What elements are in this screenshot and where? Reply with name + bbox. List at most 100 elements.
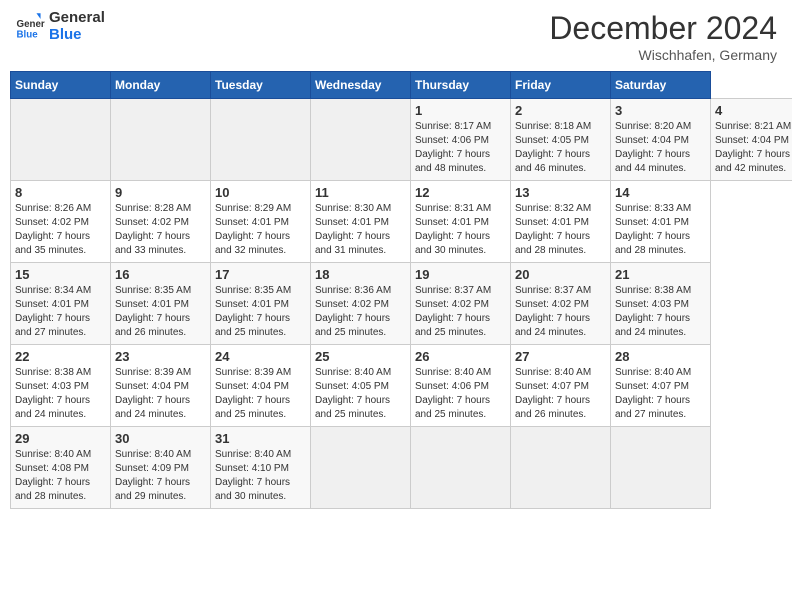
calendar-cell: 10Sunrise: 8:29 AMSunset: 4:01 PMDayligh…	[211, 181, 311, 263]
calendar-cell: 24 Sunrise: 8:39 AMSunset: 4:04 PMDayligh…	[211, 345, 311, 427]
location: Wischhafen, Germany	[549, 47, 777, 63]
calendar-cell: 12 Sunrise: 8:31 AMSunset: 4:01 PMDayligh…	[411, 181, 511, 263]
calendar-cell: 19 Sunrise: 8:37 AMSunset: 4:02 PMDayligh…	[411, 263, 511, 345]
svg-text:Blue: Blue	[17, 29, 39, 40]
calendar-week-1: 1 Sunrise: 8:17 AMSunset: 4:06 PMDaylight…	[11, 99, 792, 181]
header-monday: Monday	[111, 72, 211, 99]
calendar-cell: 31 Sunrise: 8:40 AMSunset: 4:10 PMDayligh…	[211, 427, 311, 509]
day-info: Sunrise: 8:28 AMSunset: 4:02 PMDaylight:…	[115, 202, 206, 258]
day-number: 2	[515, 103, 606, 118]
calendar-cell: 21 Sunrise: 8:38 AMSunset: 4:03 PMDayligh…	[611, 263, 711, 345]
day-info: Sunrise: 8:39 AMSunset: 4:04 PMDaylight:…	[115, 366, 206, 422]
calendar-cell: 17 Sunrise: 8:35 AMSunset: 4:01 PMDayligh…	[211, 263, 311, 345]
calendar-week-5: 29 Sunrise: 8:40 AMSunset: 4:08 PMDayligh…	[11, 427, 792, 509]
day-number: 21	[615, 267, 706, 282]
day-info: Sunrise: 8:40 AMSunset: 4:07 PMDaylight:…	[615, 366, 706, 422]
header-tuesday: Tuesday	[211, 72, 311, 99]
day-info: Sunrise: 8:21 AMSunset: 4:04 PMDaylight:…	[715, 120, 792, 176]
day-number: 19	[415, 267, 506, 282]
day-number: 9	[115, 185, 206, 200]
day-info: Sunrise: 8:36 AMSunset: 4:02 PMDaylight:…	[315, 284, 406, 340]
day-info: Sunrise: 8:37 AMSunset: 4:02 PMDaylight:…	[515, 284, 606, 340]
calendar-cell	[211, 99, 311, 181]
day-info: Sunrise: 8:40 AMSunset: 4:09 PMDaylight:…	[115, 448, 206, 504]
day-number: 22	[15, 349, 106, 364]
logo: General Blue General Blue	[15, 10, 105, 43]
day-number: 20	[515, 267, 606, 282]
calendar-cell	[511, 427, 611, 509]
calendar-cell: 27 Sunrise: 8:40 AMSunset: 4:07 PMDayligh…	[511, 345, 611, 427]
day-info: Sunrise: 8:40 AMSunset: 4:05 PMDaylight:…	[315, 366, 406, 422]
calendar-cell: 29 Sunrise: 8:40 AMSunset: 4:08 PMDayligh…	[11, 427, 111, 509]
day-number: 16	[115, 267, 206, 282]
day-number: 31	[215, 431, 306, 446]
calendar-week-4: 22 Sunrise: 8:38 AMSunset: 4:03 PMDayligh…	[11, 345, 792, 427]
day-info: Sunrise: 8:35 AMSunset: 4:01 PMDaylight:…	[115, 284, 206, 340]
calendar-cell: 22 Sunrise: 8:38 AMSunset: 4:03 PMDayligh…	[11, 345, 111, 427]
day-number: 11	[315, 185, 406, 200]
svg-text:General: General	[17, 19, 46, 30]
calendar-cell	[11, 99, 111, 181]
calendar-cell: 3Sunrise: 8:20 AMSunset: 4:04 PMDaylight…	[611, 99, 711, 181]
day-number: 24	[215, 349, 306, 364]
day-info: Sunrise: 8:34 AMSunset: 4:01 PMDaylight:…	[15, 284, 106, 340]
day-number: 17	[215, 267, 306, 282]
day-info: Sunrise: 8:33 AMSunset: 4:01 PMDaylight:…	[615, 202, 706, 258]
header-thursday: Thursday	[411, 72, 511, 99]
day-info: Sunrise: 8:30 AMSunset: 4:01 PMDaylight:…	[315, 202, 406, 258]
day-number: 3	[615, 103, 706, 118]
day-info: Sunrise: 8:40 AMSunset: 4:10 PMDaylight:…	[215, 448, 306, 504]
day-number: 14	[615, 185, 706, 200]
day-info: Sunrise: 8:40 AMSunset: 4:08 PMDaylight:…	[15, 448, 106, 504]
header-sunday: Sunday	[11, 72, 111, 99]
calendar-cell: 26 Sunrise: 8:40 AMSunset: 4:06 PMDayligh…	[411, 345, 511, 427]
calendar-cell: 4 Sunrise: 8:21 AMSunset: 4:04 PMDaylight…	[711, 99, 792, 181]
calendar-cell	[311, 99, 411, 181]
calendar-header: Sunday Monday Tuesday Wednesday Thursday…	[11, 72, 792, 99]
day-info: Sunrise: 8:32 AMSunset: 4:01 PMDaylight:…	[515, 202, 606, 258]
day-info: Sunrise: 8:40 AMSunset: 4:06 PMDaylight:…	[415, 366, 506, 422]
calendar-cell: 16 Sunrise: 8:35 AMSunset: 4:01 PMDayligh…	[111, 263, 211, 345]
day-number: 1	[415, 103, 506, 118]
day-info: Sunrise: 8:39 AMSunset: 4:04 PMDaylight:…	[215, 366, 306, 422]
calendar-cell: 30 Sunrise: 8:40 AMSunset: 4:09 PMDayligh…	[111, 427, 211, 509]
day-info: Sunrise: 8:18 AMSunset: 4:05 PMDaylight:…	[515, 120, 606, 176]
calendar-cell	[411, 427, 511, 509]
day-number: 27	[515, 349, 606, 364]
day-info: Sunrise: 8:40 AMSunset: 4:07 PMDaylight:…	[515, 366, 606, 422]
calendar-cell	[311, 427, 411, 509]
day-info: Sunrise: 8:38 AMSunset: 4:03 PMDaylight:…	[15, 366, 106, 422]
day-info: Sunrise: 8:17 AMSunset: 4:06 PMDaylight:…	[415, 120, 506, 176]
calendar-cell: 1 Sunrise: 8:17 AMSunset: 4:06 PMDaylight…	[411, 99, 511, 181]
calendar-cell: 2 Sunrise: 8:18 AMSunset: 4:05 PMDaylight…	[511, 99, 611, 181]
calendar-week-3: 15Sunrise: 8:34 AMSunset: 4:01 PMDayligh…	[11, 263, 792, 345]
calendar-cell: 13Sunrise: 8:32 AMSunset: 4:01 PMDayligh…	[511, 181, 611, 263]
month-title: December 2024	[549, 10, 777, 47]
title-block: December 2024 Wischhafen, Germany	[549, 10, 777, 63]
calendar-cell: 23Sunrise: 8:39 AMSunset: 4:04 PMDayligh…	[111, 345, 211, 427]
calendar-cell: 14 Sunrise: 8:33 AMSunset: 4:01 PMDayligh…	[611, 181, 711, 263]
header-friday: Friday	[511, 72, 611, 99]
calendar-cell: 25Sunrise: 8:40 AMSunset: 4:05 PMDayligh…	[311, 345, 411, 427]
header-saturday: Saturday	[611, 72, 711, 99]
day-number: 10	[215, 185, 306, 200]
header-wednesday: Wednesday	[311, 72, 411, 99]
calendar-body: 1 Sunrise: 8:17 AMSunset: 4:06 PMDaylight…	[11, 99, 792, 509]
day-number: 4	[715, 103, 792, 118]
calendar-cell	[611, 427, 711, 509]
day-number: 28	[615, 349, 706, 364]
day-info: Sunrise: 8:35 AMSunset: 4:01 PMDaylight:…	[215, 284, 306, 340]
day-info: Sunrise: 8:38 AMSunset: 4:03 PMDaylight:…	[615, 284, 706, 340]
header-row: Sunday Monday Tuesday Wednesday Thursday…	[11, 72, 792, 99]
day-number: 29	[15, 431, 106, 446]
calendar-cell: 18Sunrise: 8:36 AMSunset: 4:02 PMDayligh…	[311, 263, 411, 345]
day-number: 26	[415, 349, 506, 364]
day-info: Sunrise: 8:37 AMSunset: 4:02 PMDaylight:…	[415, 284, 506, 340]
day-number: 30	[115, 431, 206, 446]
day-info: Sunrise: 8:26 AMSunset: 4:02 PMDaylight:…	[15, 202, 106, 258]
calendar-cell: 28 Sunrise: 8:40 AMSunset: 4:07 PMDayligh…	[611, 345, 711, 427]
day-info: Sunrise: 8:31 AMSunset: 4:01 PMDaylight:…	[415, 202, 506, 258]
day-number: 8	[15, 185, 106, 200]
day-number: 12	[415, 185, 506, 200]
logo-icon: General Blue	[15, 12, 45, 42]
